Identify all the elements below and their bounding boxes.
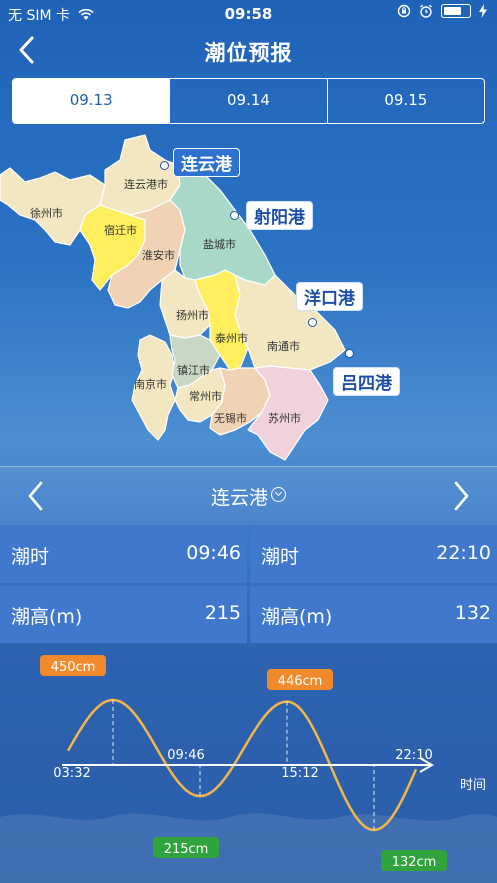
port-marker-sheyang[interactable]	[230, 211, 239, 220]
city-label-wuxi: 无锡市	[214, 412, 247, 425]
map-svg	[0, 134, 346, 461]
alarm-icon	[420, 4, 432, 18]
tide-time-label: 潮时	[11, 546, 50, 568]
page-title: 潮位预报	[204, 41, 293, 65]
city-label-yangzhou: 扬州市	[176, 309, 209, 322]
city-label-taizhou: 泰州市	[215, 332, 248, 345]
tide-height-cell-1: 潮高(m) 215	[0, 586, 247, 643]
orientation-lock-icon	[397, 4, 411, 18]
city-label-xuzhou: 徐州市	[30, 207, 63, 220]
port-marker-yangkou[interactable]	[308, 318, 317, 327]
city-label-changzhou: 常州市	[189, 390, 222, 403]
tide-height-value: 215	[204, 602, 241, 624]
city-label-nanjing: 南京市	[134, 378, 167, 391]
tide-time-value: 09:46	[186, 542, 241, 564]
extreme-height-label: 446cm	[278, 674, 323, 689]
jiangsu-map: 徐州市 连云港市 宿迁市 淮安市 盐城市 扬州市 泰州市 南通市 南京市 镇江市…	[0, 130, 497, 465]
port-lvsi[interactable]: 吕四港	[333, 367, 400, 396]
x-tick-label: 09:46	[167, 748, 204, 763]
city-label-suqian: 宿迁市	[104, 224, 137, 237]
next-station-button[interactable]	[447, 479, 475, 513]
tide-time-value: 22:10	[436, 542, 491, 564]
tide-time-label: 潮时	[261, 546, 300, 568]
port-yangkou[interactable]: 洋口港	[296, 282, 363, 311]
tab-date-3[interactable]: 09.15	[326, 79, 484, 123]
city-label-zhenjiang: 镇江市	[177, 364, 210, 377]
battery-fill	[444, 7, 461, 15]
tide-chart: 450cm 215cm 446cm 132cm 03:32 09:46 15:12 22:10…	[0, 645, 497, 883]
tab-date-2[interactable]: 09.14	[169, 79, 326, 123]
x-tick-label: 03:32	[53, 766, 90, 781]
charging-icon	[479, 4, 487, 18]
city-label-lianyungang: 连云港市	[124, 178, 168, 191]
tide-chart-svg: 450cm 215cm 446cm 132cm 03:32 09:46 15:12 22:10…	[0, 655, 497, 883]
extreme-height-label: 132cm	[392, 855, 437, 870]
city-label-yancheng: 盐城市	[203, 238, 236, 251]
tide-table: 潮时 09:46 潮时 22:10 潮高(m) 215 潮高(m) 132	[0, 526, 497, 644]
date-tabs: 09.13 09.14 09.15	[12, 78, 485, 124]
station-name: 连云港	[210, 487, 268, 509]
tide-height-value: 132	[454, 602, 491, 624]
extreme-height-label: 215cm	[164, 842, 209, 857]
x-tick-label: 22:10	[395, 748, 432, 763]
tide-time-cell-1: 潮时 09:46	[0, 526, 247, 583]
tide-height-label: 潮高(m)	[11, 606, 83, 628]
station-dropdown[interactable]: 连云港	[0, 483, 497, 510]
wave-decoration	[0, 813, 497, 883]
port-lianyungang[interactable]: 连云港	[173, 148, 240, 177]
chevron-down-circle-icon	[271, 487, 286, 502]
port-marker-lianyungang[interactable]	[160, 161, 169, 170]
battery-icon	[441, 4, 471, 18]
status-icons	[397, 4, 487, 18]
extreme-height-label: 450cm	[51, 660, 96, 675]
city-label-suzhou: 苏州市	[268, 412, 301, 425]
x-tick-label: 15:12	[281, 766, 318, 781]
port-sheyang[interactable]: 射阳港	[246, 201, 313, 230]
port-marker-lvsi[interactable]	[345, 349, 354, 358]
x-axis-label: 时间	[460, 778, 486, 793]
tide-time-cell-2: 潮时 22:10	[250, 526, 497, 583]
nav-header: 潮位预报	[0, 28, 497, 74]
tab-date-1[interactable]: 09.13	[13, 79, 170, 123]
status-bar: 无 SIM 卡 09:58	[0, 0, 497, 28]
city-label-huaian: 淮安市	[142, 249, 175, 262]
tide-height-cell-2: 潮高(m) 132	[250, 586, 497, 643]
city-label-nantong: 南通市	[267, 340, 300, 353]
tide-height-label: 潮高(m)	[261, 606, 333, 628]
station-selector: 连云港	[0, 466, 497, 525]
